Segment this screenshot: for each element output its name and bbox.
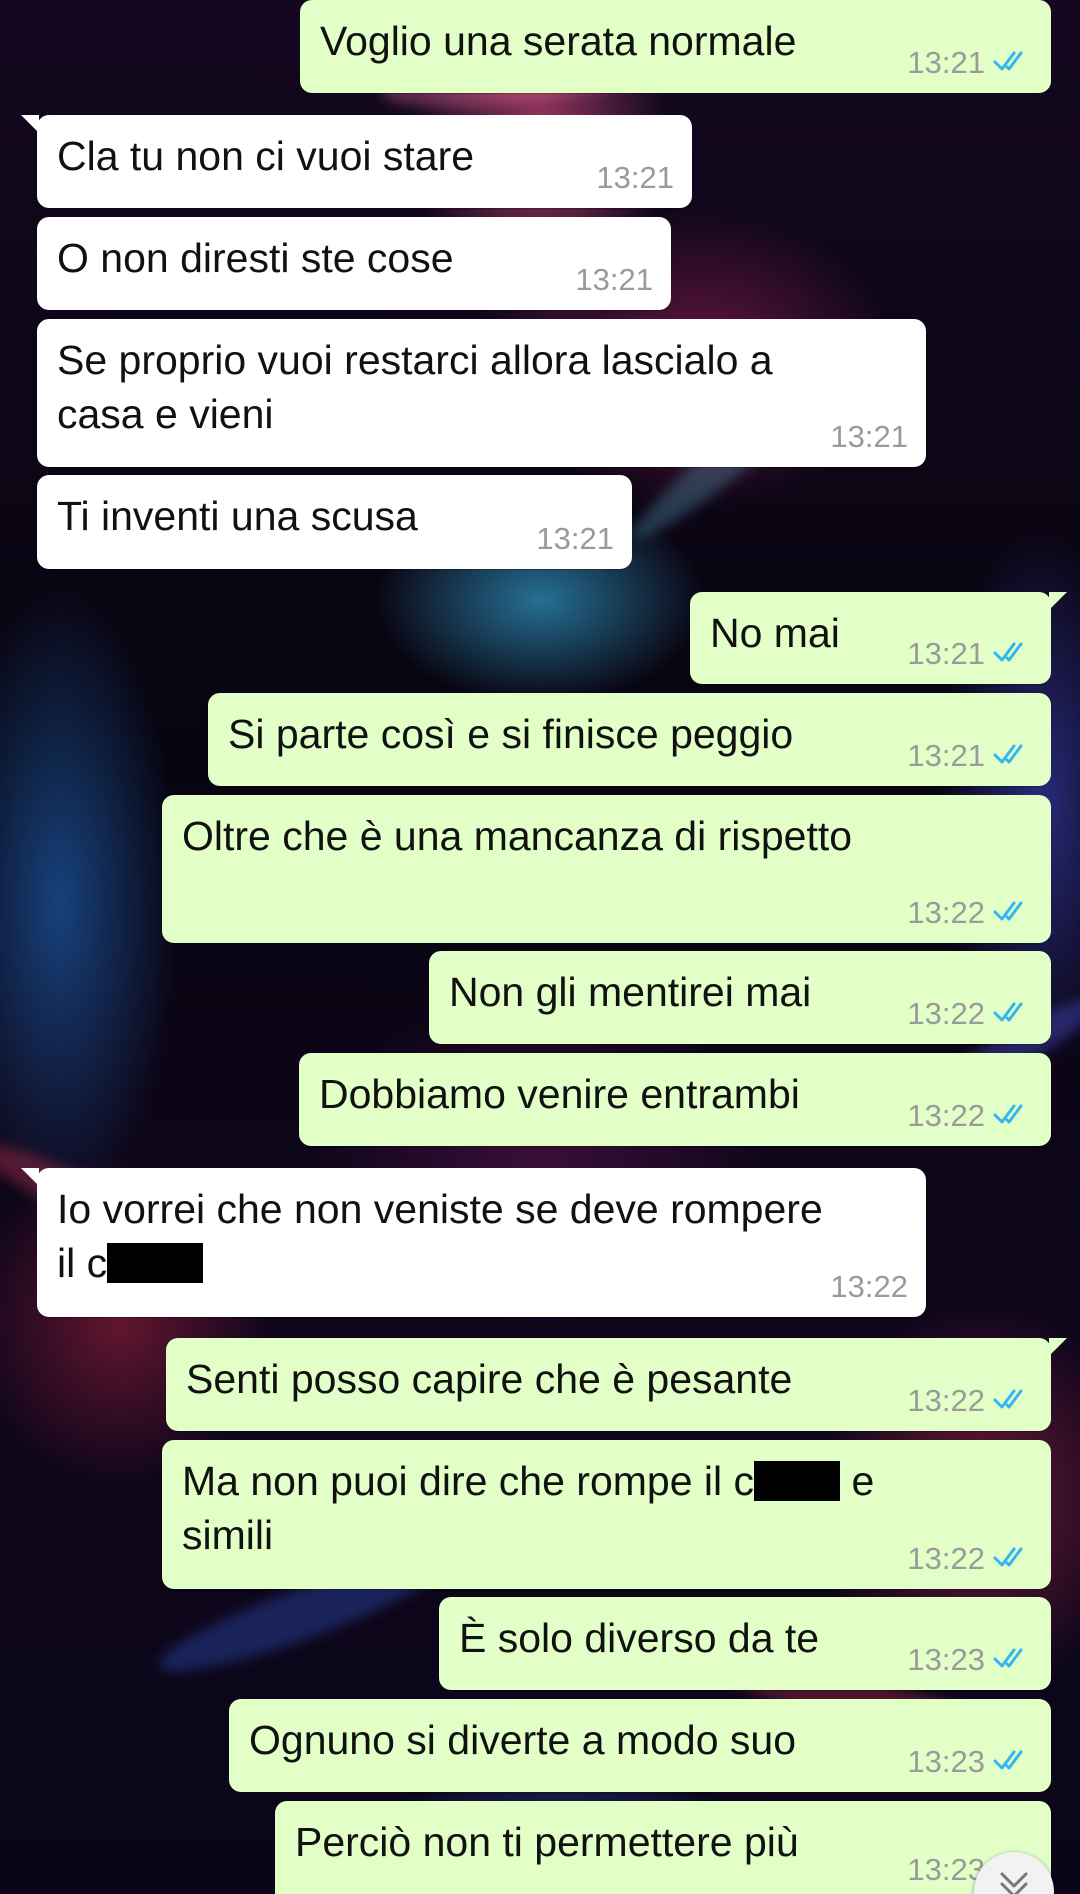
redaction-block xyxy=(107,1243,204,1283)
message-time: 13:23 xyxy=(907,1852,985,1887)
double-check-icon xyxy=(993,1102,1033,1131)
message-time: 13:22 xyxy=(830,1269,908,1304)
message-bubble-outgoing[interactable]: Oltre che è una mancanza di rispetto 13:… xyxy=(162,795,1051,943)
message-time: 13:21 xyxy=(596,160,674,195)
message-bubble-outgoing[interactable]: Dobbiamo venire entrambi 13:22 xyxy=(299,1053,1051,1146)
message-time: 13:21 xyxy=(907,738,985,773)
message-bubble-outgoing[interactable]: Voglio una serata normale 13:21 xyxy=(300,0,1051,93)
message-text-line: Ma non puoi dire che rompe il c xyxy=(182,1458,755,1504)
message-bubble-outgoing[interactable]: Senti posso capire che è pesante 13:22 xyxy=(166,1338,1067,1431)
message-text-line: Io vorrei che non veniste se deve romper… xyxy=(57,1186,823,1232)
message-time: 13:22 xyxy=(907,1541,985,1576)
message-text: Ti inventi una scusa xyxy=(57,493,418,539)
message-time: 13:21 xyxy=(536,521,614,556)
double-check-icon xyxy=(993,1000,1033,1029)
message-bubble-incoming[interactable]: Cla tu non ci vuoi stare 13:21 xyxy=(21,115,692,208)
redaction-block xyxy=(754,1461,841,1501)
message-bubble-outgoing[interactable]: Non gli mentirei mai 13:22 xyxy=(429,951,1051,1044)
message-time: 13:21 xyxy=(575,262,653,297)
double-check-icon xyxy=(993,1748,1033,1777)
message-bubble-incoming[interactable]: Ti inventi una scusa 13:21 xyxy=(37,475,632,569)
double-check-icon xyxy=(993,49,1033,78)
double-check-icon xyxy=(993,1646,1033,1675)
message-time: 13:21 xyxy=(830,419,908,454)
message-text: Cla tu non ci vuoi stare xyxy=(57,133,475,179)
message-bubble-outgoing[interactable]: È solo diverso da te 13:23 xyxy=(439,1597,1051,1690)
message-bubble-incoming[interactable]: O non diresti ste cose 13:21 xyxy=(37,217,671,310)
message-bubble-outgoing[interactable]: Perciò non ti permettere più 13:23 xyxy=(275,1801,1051,1894)
message-text: Senti posso capire che è pesante xyxy=(186,1356,793,1402)
message-time: 13:21 xyxy=(907,45,985,80)
message-time: 13:22 xyxy=(907,1098,985,1133)
message-time: 13:23 xyxy=(907,1642,985,1677)
message-text-line: Se proprio vuoi restarci allora lascialo… xyxy=(57,337,773,383)
message-text-line: simili xyxy=(182,1512,274,1558)
message-text-line: e xyxy=(851,1458,875,1504)
double-check-icon xyxy=(993,640,1033,669)
message-list[interactable]: Voglio una serata normale 13:21 Cla tu n… xyxy=(0,0,1080,1894)
message-text: Oltre che è una mancanza di rispetto xyxy=(182,813,853,859)
message-text-line: casa e vieni xyxy=(57,391,274,437)
message-time: 13:22 xyxy=(907,1383,985,1418)
message-bubble-outgoing[interactable]: Ma non puoi dire che rompe il c e simili… xyxy=(162,1440,1051,1589)
double-check-icon xyxy=(993,1387,1033,1416)
message-time: 13:21 xyxy=(907,636,985,671)
message-bubble-incoming[interactable]: Io vorrei che non veniste se deve romper… xyxy=(21,1168,926,1317)
message-text: O non diresti ste cose xyxy=(57,235,454,281)
double-check-icon xyxy=(993,742,1033,771)
message-time: 13:22 xyxy=(907,996,985,1031)
message-bubble-outgoing[interactable]: Ognuno si diverte a modo suo 13:23 xyxy=(229,1699,1051,1792)
message-text-line: il c xyxy=(57,1240,108,1286)
message-bubble-outgoing[interactable]: Si parte così e si finisce peggio 13:21 xyxy=(208,693,1051,786)
message-bubble-incoming[interactable]: Se proprio vuoi restarci allora lascialo… xyxy=(37,319,926,467)
double-check-icon xyxy=(993,899,1033,928)
message-time: 13:23 xyxy=(907,1744,985,1779)
message-time: 13:22 xyxy=(907,895,985,930)
message-bubble-outgoing[interactable]: No mai 13:21 xyxy=(690,592,1067,684)
double-check-icon xyxy=(993,1545,1033,1574)
